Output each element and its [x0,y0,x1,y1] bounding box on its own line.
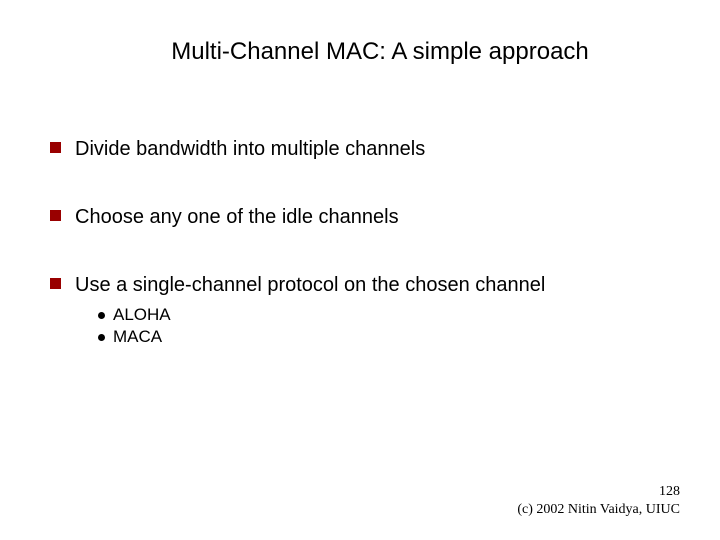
page-number: 128 [517,483,680,501]
copyright-text: (c) 2002 Nitin Vaidya, UIUC [517,501,680,519]
bullet-list: Divide bandwidth into multiple channels … [50,136,670,298]
sub-bullet-text: ALOHA [113,304,171,326]
bullet-item: Divide bandwidth into multiple channels [50,136,670,162]
bullet-item: Use a single-channel protocol on the cho… [50,272,670,298]
bullet-text: Divide bandwidth into multiple channels [75,136,425,162]
sub-bullet-item: ALOHA [98,304,670,326]
sub-bullet-item: MACA [98,326,670,348]
slide-title: Multi-Channel MAC: A simple approach [50,38,670,66]
dot-bullet-icon [98,312,105,319]
square-bullet-icon [50,142,61,153]
bullet-item: Choose any one of the idle channels [50,204,670,230]
slide: Multi-Channel MAC: A simple approach Div… [0,0,720,540]
sub-bullet-list: ALOHA MACA [50,304,670,348]
dot-bullet-icon [98,334,105,341]
slide-footer: 128 (c) 2002 Nitin Vaidya, UIUC [517,483,680,518]
square-bullet-icon [50,278,61,289]
sub-bullet-text: MACA [113,326,162,348]
bullet-text: Choose any one of the idle channels [75,204,399,230]
bullet-text: Use a single-channel protocol on the cho… [75,272,545,298]
square-bullet-icon [50,210,61,221]
